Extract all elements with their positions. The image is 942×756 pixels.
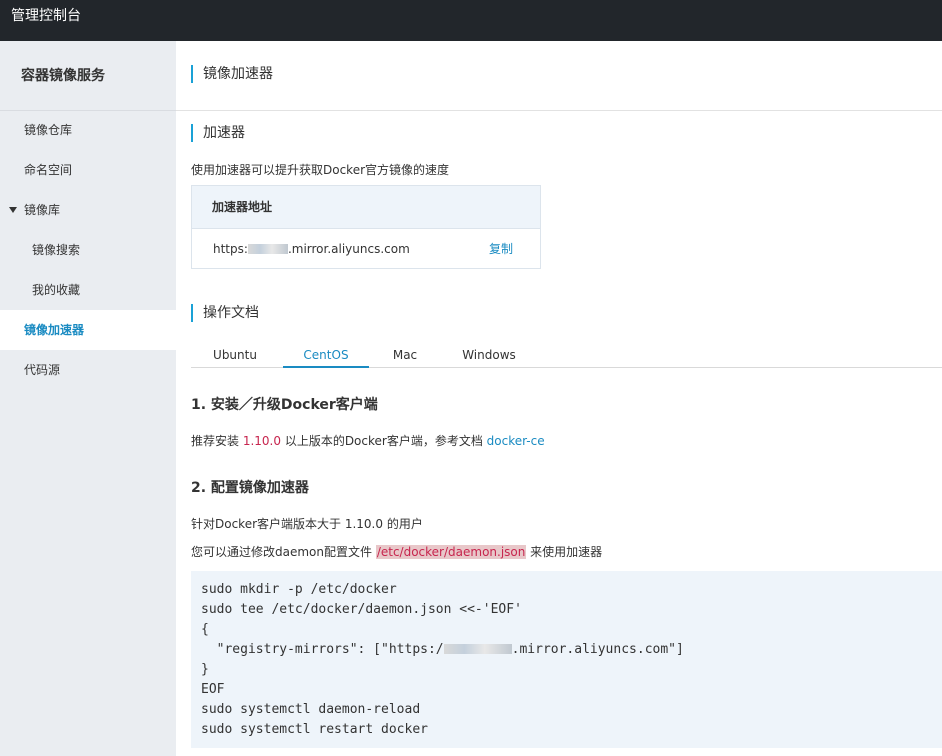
code-line-before: "registry-mirrors": ["https:/ <box>201 642 444 657</box>
top-bar: 管理控制台 <box>0 0 942 41</box>
step1-text-middle: 以上版本的Docker客户端，参考文档 <box>281 434 487 448</box>
step2-line1: 针对Docker客户端版本大于 1.10.0 的用户 <box>191 517 423 531</box>
code-line: sudo tee /etc/docker/daemon.json <<-'EOF… <box>201 602 522 617</box>
step2-line2: 您可以通过修改daemon配置文件 /etc/docker/daemon.jso… <box>191 543 602 560</box>
step2-line2-after: 来使用加速器 <box>526 545 603 559</box>
sidebar-item-repositories[interactable]: 镜像仓库 <box>0 110 176 150</box>
os-tabs: Ubuntu CentOS Mac Windows <box>191 343 942 368</box>
docker-ce-link[interactable]: docker-ce <box>487 434 545 448</box>
service-title: 容器镜像服务 <box>0 41 176 111</box>
tab-windows[interactable]: Windows <box>458 343 520 368</box>
sidebar-item-accelerator[interactable]: 镜像加速器 <box>0 310 176 350</box>
sidebar-item-label: 镜像加速器 <box>24 323 85 337</box>
step1-text-before: 推荐安装 <box>191 434 243 448</box>
sidebar-item-label: 镜像库 <box>24 203 61 217</box>
step2-line2-before: 您可以通过修改daemon配置文件 <box>191 545 376 559</box>
code-line: { <box>201 622 209 637</box>
sidebar-item-namespaces[interactable]: 命名空间 <box>0 150 176 190</box>
sidebar-item-code-source[interactable]: 代码源 <box>0 350 176 390</box>
accelerator-url-suffix: .mirror.aliyuncs.com <box>287 242 410 256</box>
code-line: } <box>201 662 209 677</box>
code-line: EOF <box>201 682 225 697</box>
sidebar-item-image-library[interactable]: 镜像库 <box>0 190 176 230</box>
console-title[interactable]: 管理控制台 <box>11 0 81 33</box>
sidebar-item-image-search[interactable]: 镜像搜索 <box>0 230 176 270</box>
sidebar-item-favorites[interactable]: 我的收藏 <box>0 270 176 310</box>
daemon-json-path: /etc/docker/daemon.json <box>375 545 527 559</box>
page-header: 镜像加速器 <box>176 41 942 111</box>
code-block[interactable]: sudo mkdir -p /etc/docker sudo tee /etc/… <box>191 571 942 748</box>
redacted-blur <box>443 644 512 654</box>
tab-ubuntu[interactable]: Ubuntu <box>211 343 259 368</box>
step1-text: 推荐安装 1.10.0 以上版本的Docker客户端，参考文档 docker-c… <box>191 432 545 449</box>
recommended-version: 1.10.0 <box>242 434 281 448</box>
accelerator-description: 使用加速器可以提升获取Docker官方镜像的速度 <box>191 163 450 177</box>
sidebar-item-label: 命名空间 <box>24 163 73 177</box>
sidebar: 容器镜像服务 镜像仓库 命名空间 镜像库 镜像搜索 我的收藏 镜像加速器 代码源 <box>0 41 176 756</box>
code-line-after: .mirror.aliyuncs.com"] <box>511 642 684 657</box>
caret-down-icon <box>9 207 17 213</box>
step1-title: 1. 安装／升级Docker客户端 <box>191 397 378 413</box>
code-line: sudo systemctl daemon-reload <box>201 702 421 717</box>
accelerator-url-prefix: https: <box>213 242 248 256</box>
copy-link[interactable]: 复制 <box>489 229 513 269</box>
sidebar-item-label: 镜像仓库 <box>24 123 73 137</box>
accelerator-table-header: 加速器地址 <box>192 186 540 229</box>
accelerator-address-box: 加速器地址 https: .mirror.aliyuncs.com 复制 <box>191 185 541 269</box>
tab-centos[interactable]: CentOS <box>283 343 369 368</box>
code-line: "registry-mirrors": ["https:/ .mirror.ali… <box>201 640 942 660</box>
accelerator-section-title: 加速器 <box>191 124 245 142</box>
code-line: sudo mkdir -p /etc/docker <box>201 582 397 597</box>
code-line: sudo systemctl restart docker <box>201 722 428 737</box>
page-title: 镜像加速器 <box>191 65 273 83</box>
sidebar-item-label: 镜像搜索 <box>32 243 81 257</box>
main-content: 镜像加速器 加速器 使用加速器可以提升获取Docker官方镜像的速度 加速器地址… <box>176 41 942 756</box>
accelerator-address-row: https: .mirror.aliyuncs.com 复制 <box>192 229 540 269</box>
docs-section-title: 操作文档 <box>191 304 259 322</box>
tab-mac[interactable]: Mac <box>387 343 423 368</box>
sidebar-item-label: 代码源 <box>24 363 61 377</box>
redacted-blur <box>247 244 288 254</box>
sidebar-item-label: 我的收藏 <box>32 283 81 297</box>
step2-title: 2. 配置镜像加速器 <box>191 480 309 496</box>
